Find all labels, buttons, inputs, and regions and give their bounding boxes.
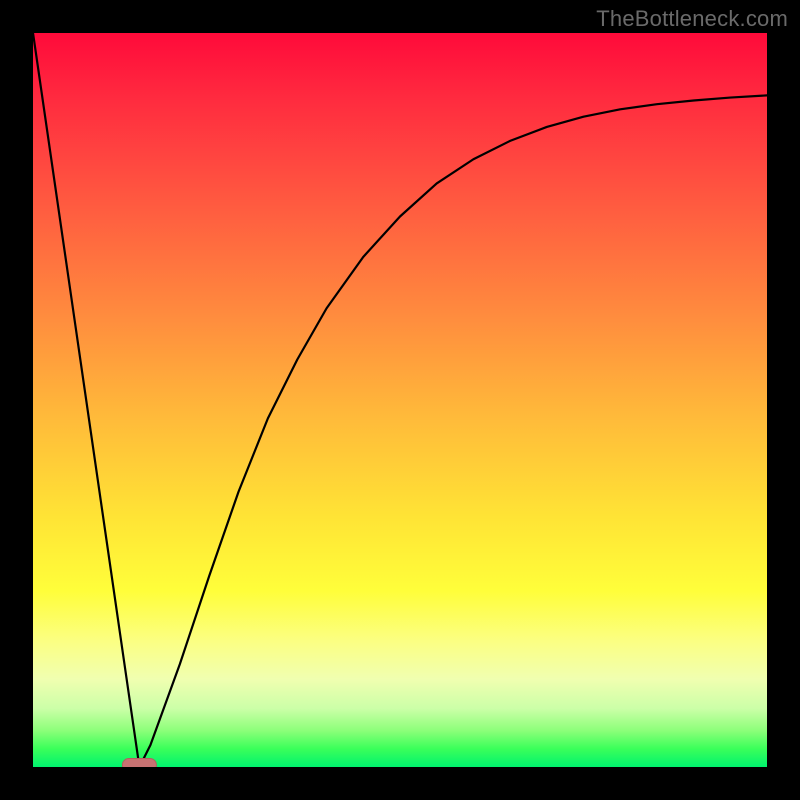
bottleneck-curve bbox=[33, 33, 767, 767]
optimum-marker bbox=[122, 759, 156, 768]
plot-area bbox=[33, 33, 767, 767]
chart-frame: TheBottleneck.com bbox=[0, 0, 800, 800]
watermark-text: TheBottleneck.com bbox=[596, 6, 788, 32]
curve-svg bbox=[33, 33, 767, 767]
